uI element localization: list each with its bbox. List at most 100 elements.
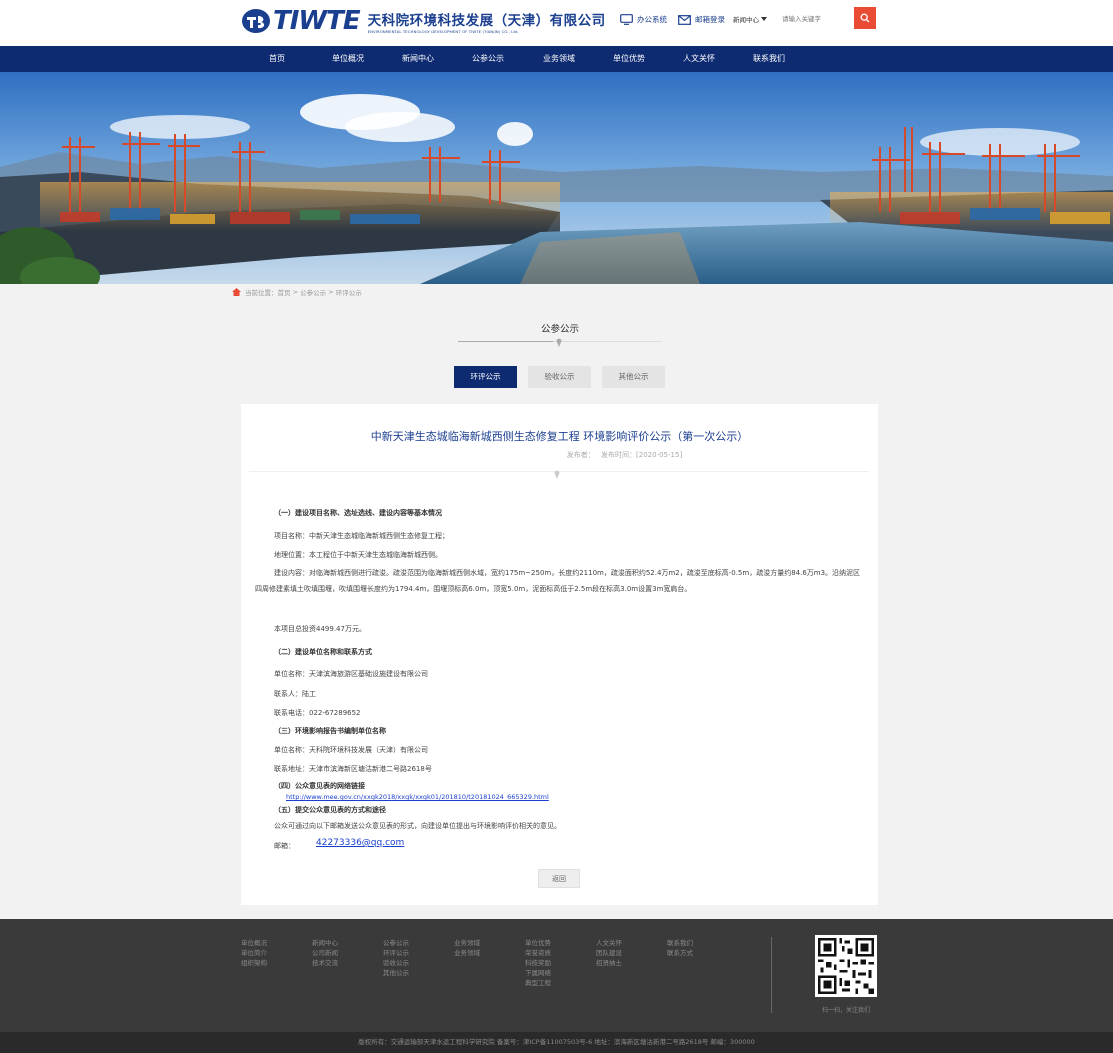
nav-item-contact[interactable]: 联系我们 — [753, 46, 785, 72]
section-divider-accent — [458, 341, 553, 342]
nav-item-home[interactable]: 首页 — [269, 46, 285, 72]
footer-link[interactable]: 技术交流 — [312, 958, 338, 968]
back-button[interactable]: 返回 — [538, 869, 580, 888]
pin-icon — [556, 338, 562, 347]
main-nav: 首页 单位概况 新闻中心 公参公示 业务领域 单位优势 人文关怀 联系我们 — [0, 46, 1113, 72]
project-investment: 本项目总投资4499.47万元。 — [274, 625, 366, 633]
nav-item-business[interactable]: 业务领域 — [543, 46, 575, 72]
site-header: TIWTE 天科院环境科技发展（天津）有限公司 ENVIRONMENTAL TE… — [0, 0, 1113, 46]
breadcrumb-separator: > — [326, 288, 336, 296]
tab-eia-notice[interactable]: 环评公示 — [454, 366, 517, 388]
footer-link[interactable]: 联系我们 — [667, 938, 693, 948]
article-meta: 发布者： 发布时间：[2020-05-15] — [241, 450, 878, 460]
breadcrumb-level-1[interactable]: 公参公示 — [300, 287, 326, 297]
footer-link[interactable]: 单位优势 — [525, 938, 551, 948]
site-footer: 单位概况 单位简介 组织架构 新闻中心 公司新闻 技术交流 公参公示 环评公示 … — [0, 919, 1113, 1032]
tab-other-notice[interactable]: 其他公示 — [602, 366, 665, 388]
site-logo[interactable]: TIWTE 天科院环境科技发展（天津）有限公司 ENVIRONMENTAL TE… — [241, 6, 606, 36]
nav-item-public[interactable]: 公参公示 — [472, 46, 504, 72]
nav-item-overview[interactable]: 单位概况 — [332, 46, 364, 72]
breadcrumb-label: 当前位置： — [245, 289, 278, 297]
logo-company-names: 天科院环境科技发展（天津）有限公司 ENVIRONMENTAL TECHNOLO… — [368, 9, 606, 34]
footer-column-news: 新闻中心 公司新闻 技术交流 — [312, 938, 338, 968]
breadcrumb-level-2[interactable]: 环评公示 — [336, 287, 362, 297]
hero-banner-image — [0, 72, 1113, 284]
breadcrumb-home[interactable]: 首页 — [278, 287, 291, 297]
email-link[interactable]: 42273336@qq.com — [316, 838, 404, 848]
section-5-heading: （五）提交公众意见表的方式和途径 — [274, 806, 386, 814]
footer-column-advantages: 单位优势 荣誉资质 科技奖励 下属网络 典型工程 — [525, 938, 551, 988]
nav-item-news[interactable]: 新闻中心 — [402, 46, 434, 72]
builder-unit: 单位名称：天津滨海旅游区基础设施建设有限公司 — [274, 670, 428, 678]
footer-divider — [771, 937, 772, 1013]
article-publisher: 发布者： — [566, 451, 595, 459]
tab-acceptance-notice[interactable]: 验收公示 — [528, 366, 591, 388]
project-name: 项目名称：中新天津生态城临海新城西侧生态修复工程； — [274, 532, 449, 540]
office-system-label: 办公系统 — [637, 15, 667, 24]
footer-link[interactable]: 新闻中心 — [312, 938, 338, 948]
footer-link[interactable]: 业务领域 — [454, 948, 480, 958]
search-input[interactable] — [779, 9, 854, 28]
article-card: 中新天津生态城临海新城西侧生态修复工程 环境影响评价公示（第一次公示） 发布者：… — [241, 404, 878, 905]
search-scope-select[interactable]: 新闻中心 — [733, 10, 779, 28]
footer-link[interactable]: 公参公示 — [383, 938, 409, 948]
footer-column-culture: 人文关怀 团队建设 招贤纳士 — [596, 938, 622, 968]
search-button[interactable] — [854, 7, 876, 29]
footer-link[interactable]: 验收公示 — [383, 958, 409, 968]
report-address: 联系地址：天津市滨海新区塘沽新港二号路2618号 — [274, 765, 432, 773]
search-icon — [860, 13, 870, 23]
email-label: 邮箱： — [274, 842, 295, 850]
public-opinion-form-link[interactable]: http://www.mee.gov.cn/xxgk2018/xxgk/xxgk… — [286, 793, 549, 801]
article-publish-time: 发布时间：[2020-05-15] — [601, 451, 683, 459]
mail-login-label: 邮箱登录 — [695, 15, 725, 24]
footer-link[interactable]: 科技奖励 — [525, 958, 551, 968]
footer-column-business: 业务领域 业务领域 — [454, 938, 480, 958]
office-system-link[interactable]: 办公系统 — [620, 14, 667, 25]
copyright-bar: 版权所有：交通运输部天津水运工程科学研究院 备案号：津ICP备11007503号… — [0, 1032, 1113, 1053]
footer-link[interactable]: 荣誉资质 — [525, 948, 551, 958]
article-title: 中新天津生态城临海新城西侧生态修复工程 环境影响评价公示（第一次公示） — [370, 430, 749, 443]
footer-link[interactable]: 招贤纳士 — [596, 958, 622, 968]
footer-link[interactable]: 公司新闻 — [312, 948, 338, 958]
logo-mark-icon — [242, 9, 270, 33]
project-location: 地理位置：本工程位于中新天津生态城临海新城西侧。 — [274, 551, 442, 559]
qr-caption: 扫一扫，关注我们 — [821, 1007, 870, 1014]
section-3-heading: （三）环境影响报告书编制单位名称 — [274, 727, 386, 735]
footer-link[interactable]: 环评公示 — [383, 948, 409, 958]
breadcrumb-separator: > — [290, 288, 301, 296]
section-1-heading: （一）建设项目名称、选址选线、建设内容等基本情况 — [274, 509, 442, 517]
builder-contact: 联系人：陆工 — [274, 690, 316, 698]
report-unit: 单位名称：天科院环境科技发展（天津）有限公司 — [274, 746, 428, 754]
footer-link[interactable]: 团队建设 — [596, 948, 622, 958]
logo-text: TIWTE — [273, 6, 361, 36]
pin-icon — [554, 470, 560, 479]
footer-link[interactable]: 下属网络 — [525, 968, 551, 978]
monitor-icon — [620, 14, 633, 25]
footer-column-contact: 联系我们 联系方式 — [667, 938, 693, 958]
envelope-icon — [678, 14, 691, 25]
footer-link[interactable]: 单位概况 — [241, 938, 267, 948]
qr-code-icon — [818, 938, 874, 994]
footer-link[interactable]: 人文关怀 — [596, 938, 622, 948]
search-scope-value: 新闻中心 — [733, 16, 759, 24]
company-name-en: ENVIRONMENTAL TECHNOLOGY DEVELOPMENT OF … — [367, 28, 519, 34]
section-4-heading: （四）公众意见表的网络链接 — [274, 782, 365, 790]
wechat-qr-code — [815, 935, 877, 997]
footer-link[interactable]: 其他公示 — [383, 968, 409, 978]
nav-item-culture[interactable]: 人文关怀 — [683, 46, 715, 72]
builder-phone: 联系电话：022-67289652 — [274, 709, 361, 717]
footer-column-overview: 单位概况 单位简介 组织架构 — [241, 938, 267, 968]
caret-down-icon — [761, 17, 767, 21]
home-icon — [232, 288, 241, 296]
nav-item-advantages[interactable]: 单位优势 — [613, 46, 645, 72]
footer-link[interactable]: 典型工程 — [525, 978, 551, 988]
footer-column-public: 公参公示 环评公示 验收公示 其他公示 — [383, 938, 409, 978]
section-title: 公参公示 — [540, 324, 579, 335]
footer-link[interactable]: 业务领域 — [454, 938, 480, 948]
footer-link[interactable]: 组织架构 — [241, 958, 267, 968]
footer-link[interactable]: 单位简介 — [241, 948, 267, 958]
breadcrumb: 当前位置： 首页 > 公参公示 > 环评公示 — [232, 287, 362, 297]
footer-link[interactable]: 联系方式 — [667, 948, 693, 958]
project-content: 建设内容：对临海新城西侧进行疏浚。疏浚范围为临海新城西侧水域，宽约175m~25… — [255, 569, 861, 593]
mail-login-link[interactable]: 邮箱登录 — [678, 14, 725, 25]
